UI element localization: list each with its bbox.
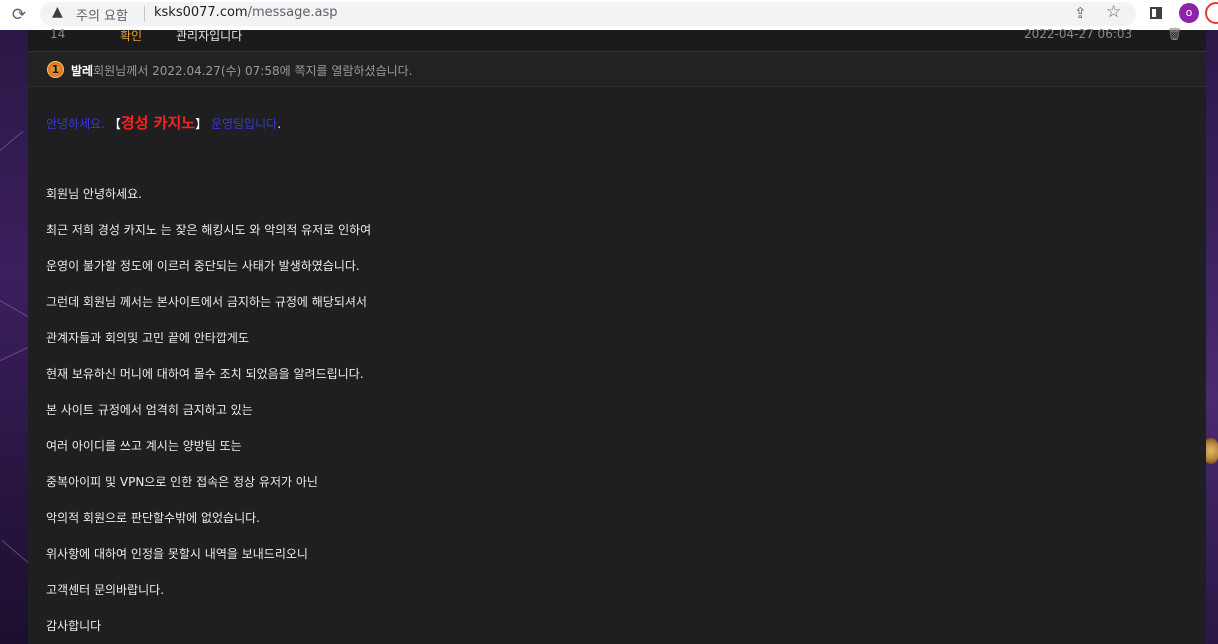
greeting-prefix: 안녕하세요. [46,117,106,131]
read-notice: 1 발레회원님께서 2022.04.27(수) 07:58에 쪽지를 열람하셨습… [28,52,1206,87]
message-body-line: 그런데 회원님 께서는 본사이트에서 금지하는 규정에 해당되셔서 [46,295,367,309]
message-body-line: 중복아이피 및 VPN으로 인한 접속은 정상 유저가 아닌 [46,475,318,489]
page-background-right [1206,30,1218,644]
profile-avatar[interactable]: o [1179,3,1199,23]
greeting-line: 안녕하세요. 【경성 카지노】 운영팀입니다. [46,112,281,133]
message-body-line: 운영이 불가할 정도에 이르러 중단되는 사태가 발생하였습니다. [46,259,360,273]
message-body-line: 여러 아이디를 쓰고 계시는 양방팀 또는 [46,439,242,453]
message-body-line: 위사항에 대하여 인정을 못할시 내역을 보내드리오니 [46,547,308,561]
message-body-line: 본 사이트 규정에서 엄격히 금지하고 있는 [46,403,253,417]
greeting-open-bracket: 【 [108,117,121,131]
side-panel-icon[interactable] [1150,7,1162,19]
trash-icon[interactable]: 🗑 [1167,27,1182,41]
message-panel: 14 확인 관리자입니다 2022-04-27 06:03 🗑 1 발레회원님께… [28,27,1206,644]
url-path: /message.asp [247,5,338,20]
message-number: 14 [50,27,66,41]
message-row[interactable]: 14 확인 관리자입니다 2022-04-27 06:03 🗑 [28,27,1206,52]
greeting-close-bracket: 】 [195,117,208,131]
address-bar[interactable]: ▲ 주의 요함 ksks0077.com/message.asp ⇪ ☆ [40,2,1136,26]
message-body-line: 최근 저희 경성 카지노 는 잦은 해킹시도 와 악의적 유저로 인하여 [46,223,372,237]
message-body-line: 악의적 회원으로 판단할수밖에 없었습니다. [46,511,260,525]
warning-icon[interactable]: ▲ [52,4,63,20]
reload-icon[interactable]: ⟳ [8,4,30,26]
background-ornament [1204,438,1218,464]
url-host: ksks0077.com [154,5,248,20]
greeting-end: . [277,117,282,131]
url-text[interactable]: ksks0077.com/message.asp [154,5,338,20]
share-icon[interactable]: ⇪ [1074,4,1087,22]
greeting-suffix: 운영팀입니다 [210,117,278,131]
message-body-line: 감사합니다 [46,619,102,633]
extension-icon[interactable] [1205,2,1218,24]
message-body-line: 고객센터 문의바랍니다. [46,583,165,597]
message-status: 확인 [120,29,143,43]
read-notice-detail: 회원님께서 2022.04.27(수) 07:58에 쪽지를 열람하셨습니다. [93,64,413,78]
message-body-line: 관계자들과 회의및 고민 끝에 안타깝게도 [46,331,249,345]
message-body-line: 회원님 안녕하세요. [46,187,142,201]
message-body-line: 현재 보유하신 머니에 대하여 몰수 조치 되었음을 알려드립니다. [46,367,364,381]
message-title[interactable]: 관리자입니다 [176,27,242,44]
message-date: 2022-04-27 06:03 [1024,27,1133,41]
user-nickname: 발레 [71,64,94,78]
divider [144,6,145,22]
read-notice-text: 발레회원님께서 2022.04.27(수) 07:58에 쪽지를 열람하셨습니다… [71,62,413,79]
casino-name: 경성 카지노 [120,114,196,132]
bookmark-star-icon[interactable]: ☆ [1106,2,1121,22]
security-label[interactable]: 주의 요함 [76,5,128,24]
level-badge: 1 [47,61,64,78]
